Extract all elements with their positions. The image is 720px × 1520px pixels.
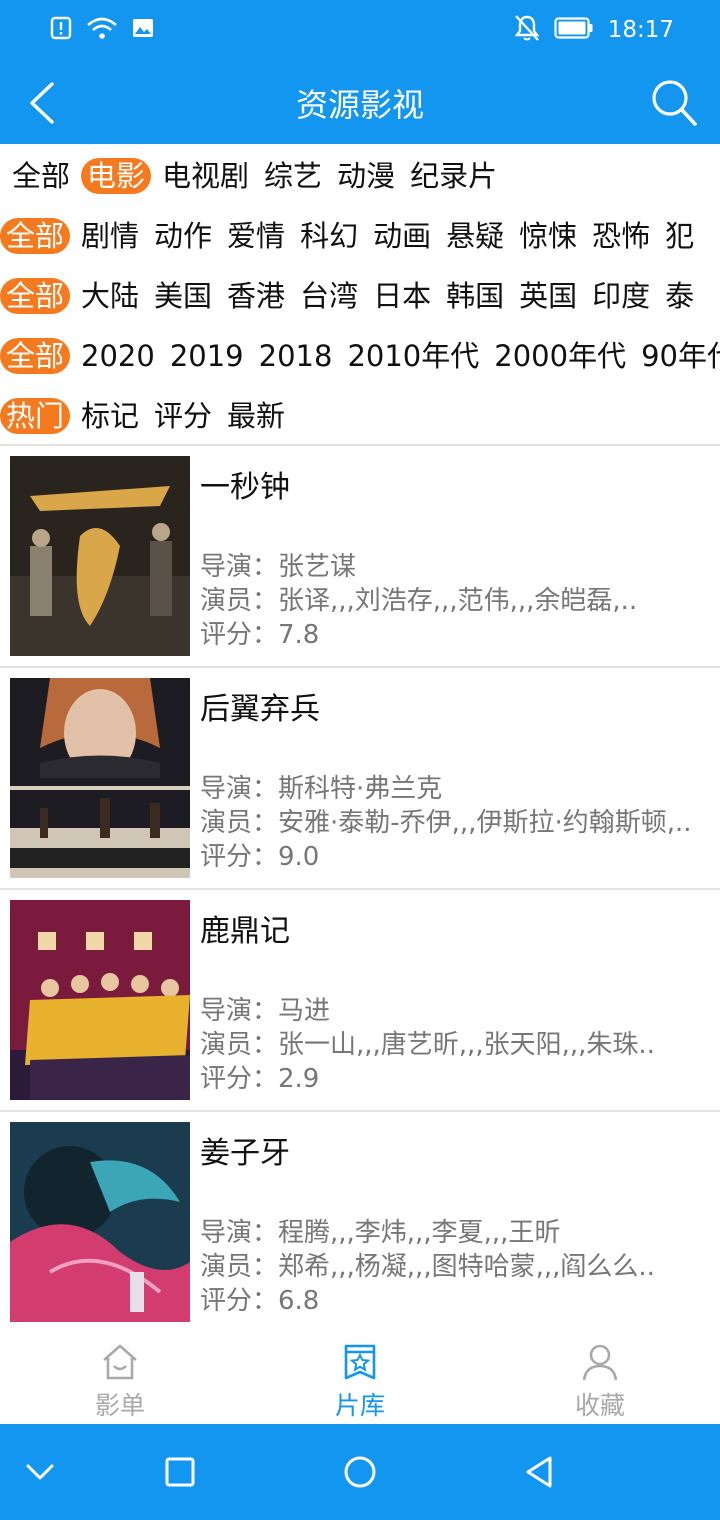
image-icon xyxy=(132,18,154,42)
filter-chip[interactable]: 英国 xyxy=(515,278,581,314)
home-circle-icon[interactable] xyxy=(340,1452,380,1492)
filter-chip[interactable]: 爱情 xyxy=(223,218,289,254)
movie-director: 导演：程腾,,,李炜,,,李夏,,,王昕 xyxy=(200,1218,561,1248)
filter-chip[interactable]: 泰 xyxy=(661,278,698,314)
page-title: 资源影视 xyxy=(295,86,424,124)
movie-list: 一秒钟 导演：张艺谋 演员：张译,,,刘浩存,,,范伟,,,余皑磊,.. 评分：… xyxy=(0,446,720,1334)
movie-poster[interactable] xyxy=(10,1122,190,1322)
movie-director: 导演：斯科特·弗兰克 xyxy=(200,774,443,804)
status-bar: 18:17 xyxy=(0,0,720,62)
filter-chip[interactable]: 90年代 xyxy=(637,338,720,374)
library-star-icon xyxy=(340,1342,380,1382)
filter-chip[interactable]: 评分 xyxy=(150,398,216,434)
filter-chip[interactable]: 印度 xyxy=(588,278,654,314)
movie-list-item[interactable]: 一秒钟 导演：张艺谋 演员：张译,,,刘浩存,,,范伟,,,余皑磊,.. 评分：… xyxy=(0,446,720,668)
filter-chip[interactable]: 台湾 xyxy=(296,278,362,314)
filter-chip[interactable]: 大陆 xyxy=(77,278,143,314)
filter-panel: 全部 电影 电视剧 综艺 动漫 纪录片 全部 剧情 动作 爱情 科幻 动画 悬疑… xyxy=(0,146,720,446)
filter-chip[interactable]: 日本 xyxy=(369,278,435,314)
filter-chip[interactable]: 悬疑 xyxy=(442,218,508,254)
tab-label: 片库 xyxy=(334,1391,385,1420)
filter-row-region: 全部 大陆 美国 香港 台湾 日本 韩国 英国 印度 泰 xyxy=(0,266,720,326)
filter-chip[interactable]: 纪录片 xyxy=(406,158,501,194)
filter-chip-selected[interactable]: 电影 xyxy=(81,158,152,194)
filter-chip[interactable]: 科幻 xyxy=(296,218,362,254)
filter-chip[interactable]: 动画 xyxy=(369,218,435,254)
filter-chip[interactable]: 2000年代 xyxy=(490,338,630,374)
movie-director: 导演：张艺谋 xyxy=(200,552,357,582)
filter-chip[interactable]: 剧情 xyxy=(77,218,143,254)
movie-title: 一秒钟 xyxy=(200,470,290,505)
filter-chip[interactable]: 恐怖 xyxy=(588,218,654,254)
search-icon[interactable] xyxy=(650,78,698,128)
filter-chip-selected[interactable]: 热门 xyxy=(0,398,71,434)
chevron-down-icon[interactable] xyxy=(20,1452,60,1492)
movie-list-item[interactable]: 鹿鼎记 导演：马进 演员：张一山,,,唐艺昕,,,张天阳,,,朱珠.. 评分：2… xyxy=(0,890,720,1112)
filter-chip-selected[interactable]: 全部 xyxy=(0,338,71,374)
person-icon xyxy=(580,1342,620,1382)
filter-chip[interactable]: 2019 xyxy=(166,338,248,374)
movie-poster[interactable] xyxy=(10,900,190,1100)
filter-chip[interactable]: 香港 xyxy=(223,278,289,314)
tab-label: 影单 xyxy=(94,1391,145,1420)
recent-apps-icon[interactable] xyxy=(160,1452,200,1492)
movie-list-item[interactable]: 后翼弃兵 导演：斯科特·弗兰克 演员：安雅·泰勒-乔伊,,,伊斯拉·约翰斯顿,.… xyxy=(0,668,720,890)
movie-poster[interactable] xyxy=(10,678,190,878)
notifications-off-icon xyxy=(514,14,540,46)
movie-score: 评分：2.9 xyxy=(200,1064,320,1094)
filter-chip-selected[interactable]: 全部 xyxy=(0,218,71,254)
movie-poster[interactable] xyxy=(10,456,190,656)
movie-score: 评分：6.8 xyxy=(200,1286,320,1316)
movie-title: 鹿鼎记 xyxy=(200,914,290,949)
back-triangle-icon[interactable] xyxy=(520,1452,560,1492)
system-nav-bar xyxy=(0,1424,720,1520)
filter-chip[interactable]: 2020 xyxy=(77,338,159,374)
filter-row-year: 全部 2020 2019 2018 2010年代 2000年代 90年代 xyxy=(0,326,720,386)
movie-actors: 演员：张译,,,刘浩存,,,范伟,,,余皑磊,.. xyxy=(200,586,638,616)
home-icon xyxy=(100,1342,140,1382)
filter-row-genre: 全部 剧情 动作 爱情 科幻 动画 悬疑 惊悚 恐怖 犯 xyxy=(0,206,720,266)
bottom-nav: 影单 片库 收藏 xyxy=(0,1332,720,1424)
filter-row-type: 全部 电影 电视剧 综艺 动漫 纪录片 xyxy=(0,146,720,206)
filter-chip[interactable]: 2018 xyxy=(255,338,337,374)
wifi-icon xyxy=(86,16,118,44)
movie-score: 评分：7.8 xyxy=(200,620,320,650)
movie-score: 评分：9.0 xyxy=(200,842,320,872)
movie-actors: 演员：张一山,,,唐艺昕,,,张天阳,,,朱珠.. xyxy=(200,1030,655,1060)
filter-chip[interactable]: 综艺 xyxy=(260,158,326,194)
filter-chip[interactable]: 标记 xyxy=(77,398,143,434)
filter-chip[interactable]: 动作 xyxy=(150,218,216,254)
filter-chip[interactable]: 惊悚 xyxy=(515,218,581,254)
filter-chip[interactable]: 韩国 xyxy=(442,278,508,314)
filter-chip[interactable]: 最新 xyxy=(223,398,289,434)
filter-chip[interactable]: 全部 xyxy=(8,158,74,194)
tab-library[interactable]: 片库 xyxy=(240,1332,480,1424)
battery-icon xyxy=(554,17,594,43)
movie-director: 导演：马进 xyxy=(200,996,331,1026)
movie-actors: 演员：郑希,,,杨凝,,,图特哈蒙,,,阎么么.. xyxy=(200,1252,655,1282)
alert-icon xyxy=(50,16,72,44)
filter-row-sort: 热门 标记 评分 最新 xyxy=(0,386,720,446)
clock: 18:17 xyxy=(607,17,674,43)
filter-chip[interactable]: 电视剧 xyxy=(158,158,253,194)
filter-chip[interactable]: 美国 xyxy=(150,278,216,314)
filter-chip[interactable]: 2010年代 xyxy=(343,338,483,374)
app-header: 资源影视 xyxy=(0,62,720,144)
filter-chip-selected[interactable]: 全部 xyxy=(0,278,71,314)
tab-movie-list[interactable]: 影单 xyxy=(0,1332,240,1424)
movie-title: 姜子牙 xyxy=(200,1136,290,1171)
movie-title: 后翼弃兵 xyxy=(200,692,320,727)
filter-chip[interactable]: 动漫 xyxy=(333,158,399,194)
filter-chip[interactable]: 犯 xyxy=(661,218,698,254)
tab-label: 收藏 xyxy=(574,1391,625,1420)
movie-actors: 演员：安雅·泰勒-乔伊,,,伊斯拉·约翰斯顿,.. xyxy=(200,808,692,838)
tab-favorites[interactable]: 收藏 xyxy=(480,1332,720,1424)
movie-list-item[interactable]: 姜子牙 导演：程腾,,,李炜,,,李夏,,,王昕 演员：郑希,,,杨凝,,,图特… xyxy=(0,1112,720,1334)
